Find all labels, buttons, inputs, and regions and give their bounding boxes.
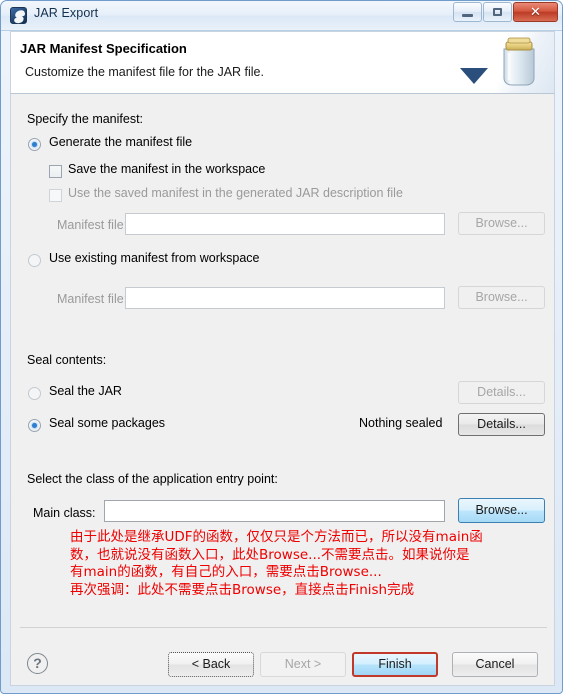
page-title: JAR Manifest Specification: [20, 41, 187, 56]
annotation-line-3: 有main的函数，有自己的入口，需要点击Browse...: [70, 564, 382, 580]
close-button[interactable]: ✕: [513, 2, 558, 22]
red-annotation-note: 由于此处是继承UDF的函数，仅仅只是个方法而已，所以没有main函 数，也就说没…: [70, 529, 548, 599]
dialog-header: JAR Manifest Specification Customize the…: [10, 31, 555, 94]
use-existing-manifest-radio[interactable]: [28, 254, 41, 267]
seal-packages-label[interactable]: Seal some packages: [49, 416, 165, 430]
finish-button[interactable]: Finish: [352, 652, 438, 677]
minimize-button[interactable]: [453, 2, 482, 22]
back-button[interactable]: < Back: [168, 652, 254, 677]
window-title: JAR Export: [34, 6, 99, 20]
seal-details-button-1: Details...: [458, 381, 545, 404]
annotation-line-1: 由于此处是继承UDF的函数，仅仅只是个方法而已，所以没有main函: [70, 529, 483, 545]
use-saved-manifest-checkbox: [49, 189, 62, 202]
seal-jar-radio[interactable]: [28, 387, 41, 400]
save-manifest-checkbox[interactable]: [49, 165, 62, 178]
manifest-file-input-2[interactable]: [125, 287, 445, 309]
seal-packages-radio[interactable]: [28, 419, 41, 432]
save-manifest-label[interactable]: Save the manifest in the workspace: [68, 162, 265, 176]
manifest-browse-button-2: Browse...: [458, 286, 545, 309]
manifest-file-label-2: Manifest file:: [57, 292, 128, 306]
main-class-input[interactable]: [104, 500, 445, 522]
use-saved-manifest-label: Use the saved manifest in the generated …: [68, 186, 403, 200]
dialog-footer: ? < Back Next > Finish Cancel: [10, 619, 555, 686]
use-existing-manifest-label[interactable]: Use existing manifest from workspace: [49, 251, 260, 265]
seal-section-label: Seal contents:: [27, 353, 107, 367]
generate-manifest-label[interactable]: Generate the manifest file: [49, 135, 192, 149]
next-button: Next >: [260, 652, 346, 677]
footer-divider: [20, 627, 547, 628]
jar-export-dialog: JAR Export ✕ JAR Manifest Specification …: [0, 0, 563, 694]
manifest-section-label: Specify the manifest:: [27, 112, 144, 126]
jar-illustration-icon: [444, 32, 554, 93]
seal-status-label: Nothing sealed: [359, 416, 443, 430]
maximize-button[interactable]: [483, 2, 512, 22]
help-icon[interactable]: ?: [27, 653, 48, 674]
cancel-button[interactable]: Cancel: [452, 652, 538, 677]
seal-details-button-2[interactable]: Details...: [458, 413, 545, 436]
main-class-label: Main class:: [33, 506, 96, 520]
annotation-line-4: 再次强调：此处不需要点击Browse，直接点击Finish完成: [70, 581, 415, 598]
seal-jar-label[interactable]: Seal the JAR: [49, 384, 122, 398]
jar-export-icon: [10, 7, 27, 24]
page-subtitle: Customize the manifest file for the JAR …: [25, 65, 264, 79]
manifest-file-input-1[interactable]: [125, 213, 445, 235]
manifest-browse-button-1: Browse...: [458, 212, 545, 235]
entry-point-section-label: Select the class of the application entr…: [27, 472, 278, 486]
title-bar[interactable]: JAR Export ✕: [1, 1, 562, 31]
generate-manifest-radio[interactable]: [28, 138, 41, 151]
manifest-file-label-1: Manifest file:: [57, 218, 128, 232]
annotation-line-2: 数，也就说没有函数入口，此处Browse...不需要点击。如果说你是: [70, 546, 470, 563]
main-class-browse-button[interactable]: Browse...: [458, 498, 545, 523]
